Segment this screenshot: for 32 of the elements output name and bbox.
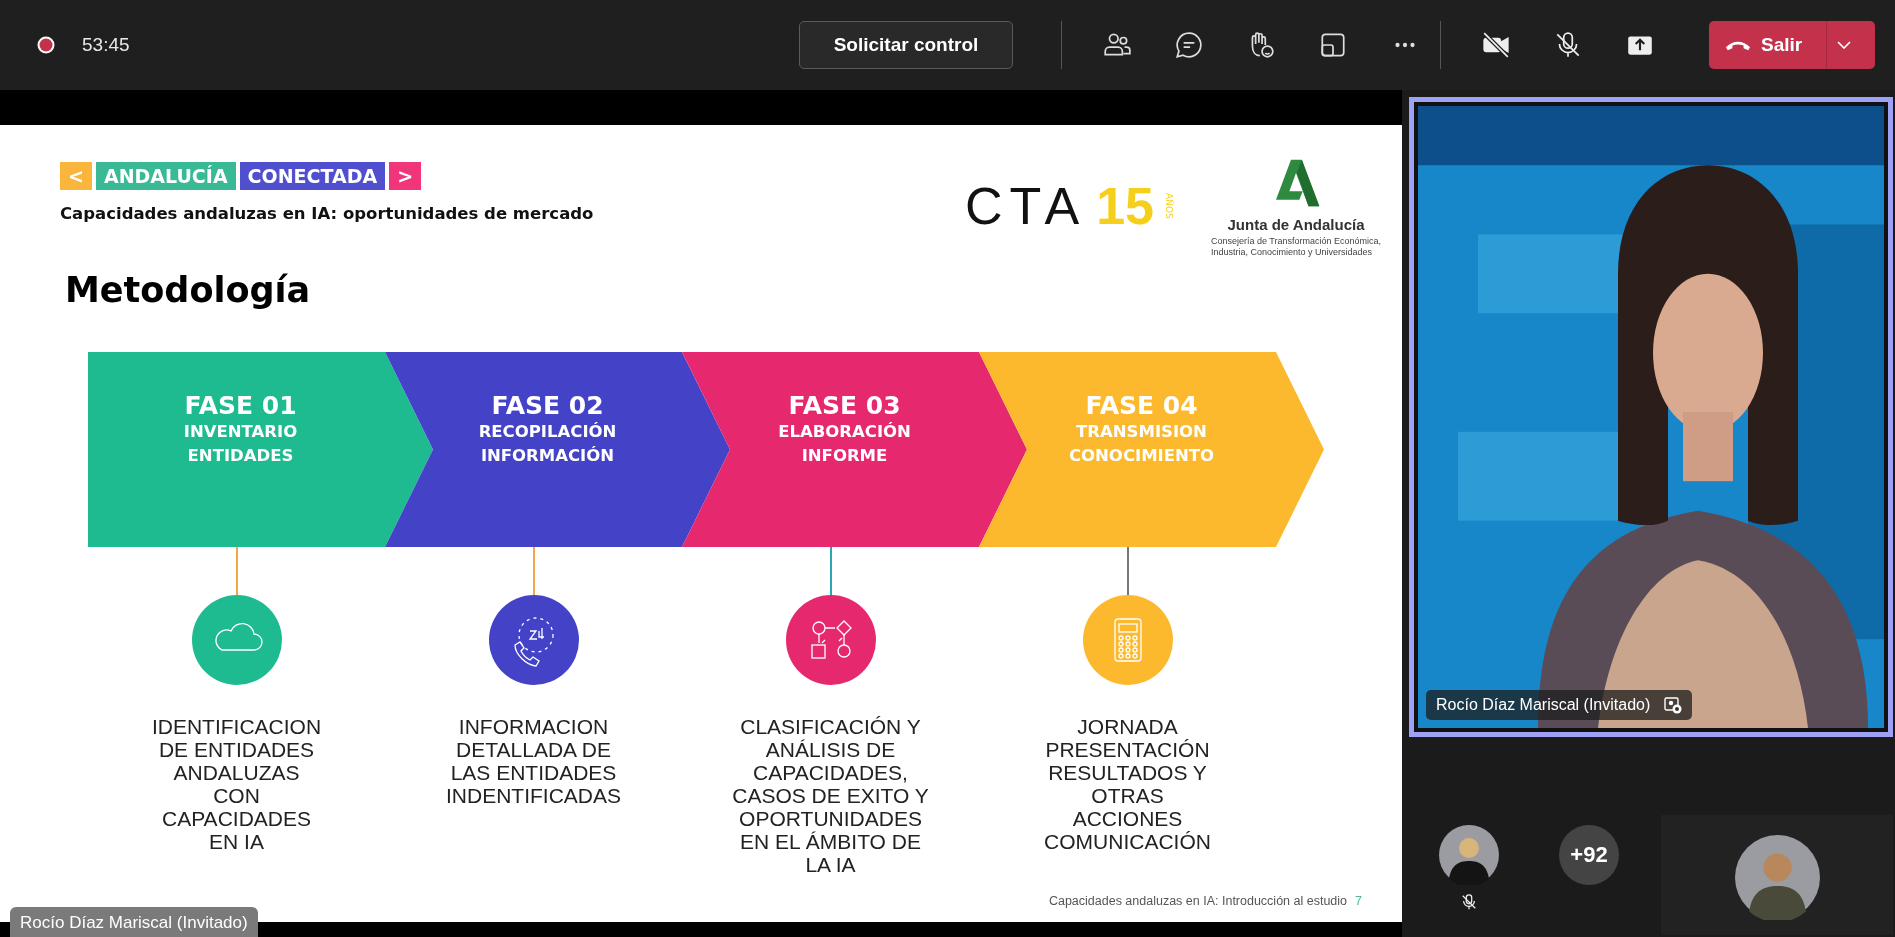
phase-description: JORNADA PRESENTACIÓN RESULTADOS Y OTRAS ACCIONES COMUNICACIÓN [1043, 715, 1212, 853]
more-participants-count[interactable]: +92 [1559, 825, 1619, 885]
phase-description: INFORMACION DETALLADA DE LAS ENTIDADES INDENTIFICADAS [445, 715, 622, 807]
phone-clock-icon [488, 595, 579, 685]
chat-icon[interactable] [1174, 30, 1204, 60]
presenter-label: Rocío Díaz Mariscal (Invitado) [10, 907, 258, 937]
logo-caption: Consejería de Transformación Económica, Industria, Conocimiento y Universidades [1211, 236, 1382, 258]
title-tag: > [389, 162, 422, 190]
slide-footer: Capacidades andaluzas en IA: Introducción al estudio [1048, 894, 1348, 908]
request-control-button[interactable]: Solicitar control [799, 21, 1013, 69]
slide-heading: Metodología [65, 270, 312, 310]
logo-name: Junta de Andalucía [1227, 216, 1365, 233]
call-timer: 53:45 [82, 34, 130, 56]
slide-subtitle: Capacidades andaluzas en IA: oportunidades de mercado [60, 204, 595, 223]
title-tag: CONECTADA [239, 162, 386, 190]
cloud-icon [191, 595, 282, 685]
page-number: 7 [1355, 894, 1362, 908]
logo-text: CTA [965, 180, 1087, 232]
layout-icon[interactable] [1318, 30, 1348, 60]
leave-button[interactable]: Salir [1709, 21, 1875, 69]
flowchart-icon [785, 595, 876, 685]
logo-years: 15 [1096, 180, 1154, 232]
title-tag: ANDALUCÍA [95, 162, 236, 190]
title-tag: < [60, 162, 92, 190]
camera-off-icon[interactable] [1481, 30, 1511, 60]
phase-description: IDENTIFICACION DE ENTIDADES ANDALUZAS CON CAPACIDADES EN IA [150, 715, 323, 853]
phase-description: CLASIFICACIÓN Y ANÁLISIS DE CAPACIDADES, CASOS DE EXITO Y OPORTUNIDADES EN EL ÁMBITO DE LA IA [731, 715, 930, 876]
chevron-down-icon[interactable] [1837, 41, 1852, 49]
pin-icon[interactable] [1664, 696, 1683, 714]
calculator-icon [1082, 595, 1173, 685]
participant-name: Rocío Díaz Mariscal (Invitado) [1436, 696, 1651, 714]
logo-years-label: AÑOS [1164, 193, 1173, 219]
